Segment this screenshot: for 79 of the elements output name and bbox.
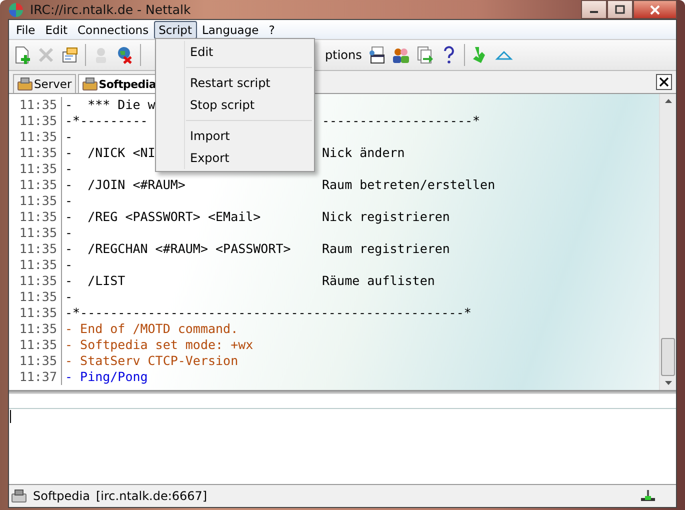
timestamp: 11:35: [9, 225, 62, 241]
globe-icon[interactable]: [116, 46, 134, 64]
new-document-icon[interactable]: [13, 46, 31, 64]
message-text: - /NICK <NI: [65, 145, 156, 161]
menu-option[interactable]: Import: [156, 125, 314, 147]
message-text: - /LIST: [65, 273, 126, 289]
menu-item[interactable]: ?: [264, 20, 280, 38]
message-text: -: [65, 161, 73, 177]
minimize-button[interactable]: [581, 0, 607, 19]
timestamp: 11:35: [9, 113, 62, 129]
message-text: - StatServ CTCP-Version: [65, 353, 238, 369]
message-text: - End of /MOTD command.: [65, 321, 238, 337]
scroll-down-icon[interactable]: [664, 380, 672, 386]
message-text: Raum registrieren: [322, 241, 450, 257]
connection-icon: [640, 489, 656, 503]
script-icon[interactable]: [368, 46, 386, 64]
app-icon: [8, 2, 24, 18]
timestamp: 11:35: [9, 161, 62, 177]
message-text: -: [65, 225, 73, 241]
channel-icon: [82, 77, 98, 91]
menu-item[interactable]: File: [11, 20, 40, 38]
timestamp: 11:35: [9, 337, 62, 353]
network-icon: [11, 489, 27, 503]
maximize-icon: [615, 5, 625, 14]
message-text: -: [65, 193, 73, 209]
timestamp: 11:35: [9, 257, 62, 273]
message-text: Raum betreten/erstellen: [322, 177, 496, 193]
message-text: -: [65, 257, 73, 273]
timestamp: 11:35: [9, 353, 62, 369]
users-icon[interactable]: [392, 46, 410, 64]
timestamp: 11:35: [9, 273, 62, 289]
timestamp: 11:35: [9, 241, 62, 257]
message-text: - Ping/Pong: [65, 369, 148, 385]
menu-item[interactable]: Connections: [72, 20, 154, 38]
menu-item[interactable]: Language: [196, 20, 264, 38]
message-text: - /REGCHAN <#RAUM> <PASSWORT>: [65, 241, 291, 257]
close-button[interactable]: [633, 0, 677, 19]
timestamp: 11:35: [9, 209, 62, 225]
menu-option[interactable]: Edit: [156, 41, 314, 63]
scrollbar[interactable]: [659, 94, 676, 390]
window-title: IRC://irc.ntalk.de - Nettalk: [30, 2, 191, 17]
options-label[interactable]: ptions: [325, 48, 362, 62]
message-text: -: [65, 129, 73, 145]
message-text: - *** Die w: [65, 97, 156, 113]
timestamp: 11:35: [9, 177, 62, 193]
timestamp: 11:35: [9, 289, 62, 305]
close-icon: [649, 4, 661, 14]
timestamp: 11:37: [9, 369, 62, 385]
status-nick: Softpedia: [33, 489, 90, 503]
menu-item[interactable]: Script: [154, 20, 197, 38]
message-text: Räume auflisten: [322, 273, 435, 289]
message-text: - Softpedia set mode: +wx: [65, 337, 254, 353]
scroll-up-icon[interactable]: [664, 98, 672, 104]
message-input-field[interactable]: [9, 394, 676, 484]
message-text: Nick registrieren: [322, 209, 450, 225]
timestamp: 11:35: [9, 305, 62, 321]
close-tab-button[interactable]: [656, 74, 672, 90]
timestamp: 11:35: [9, 321, 62, 337]
message-text: - /REG <PASSWORT> <EMail>: [65, 209, 261, 225]
timestamp: 11:35: [9, 129, 62, 145]
menu-option[interactable]: Export: [156, 147, 314, 169]
message-text: -*---------------------------------------------------*: [65, 305, 472, 321]
timestamp: 11:35: [9, 97, 62, 113]
channel-icon: [17, 77, 33, 91]
status-server: [irc.ntalk.de:6667]: [96, 489, 208, 503]
message-text: --------------------*: [322, 113, 480, 129]
maximize-button[interactable]: [607, 0, 633, 19]
message-text: - /JOIN <#RAUM>: [65, 177, 186, 193]
message-text: Nick ändern: [322, 145, 405, 161]
export-icon[interactable]: [416, 46, 434, 64]
close-icon: [659, 77, 669, 87]
timestamp: 11:35: [9, 145, 62, 161]
menu-option[interactable]: Stop script: [156, 94, 314, 116]
message-text: -: [65, 289, 73, 305]
timestamp: 11:35: [9, 193, 62, 209]
menu-item[interactable]: Edit: [40, 20, 73, 38]
properties-icon[interactable]: [61, 46, 79, 64]
scrollbar-thumb[interactable]: [661, 338, 675, 376]
message-text: -*---------: [65, 113, 148, 129]
